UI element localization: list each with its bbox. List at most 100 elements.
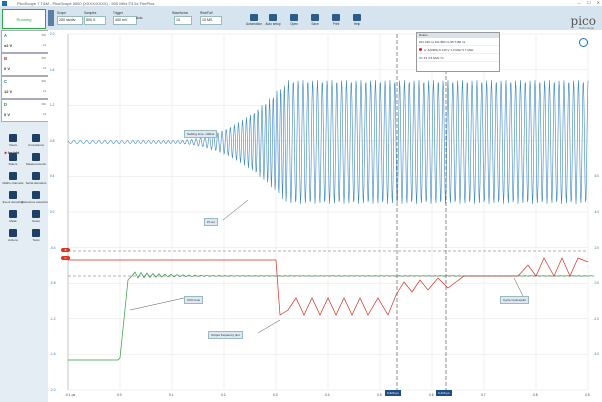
trigger-label: Trigger — [113, 11, 123, 15]
annotations-icon — [32, 134, 40, 142]
channel-d-panel[interactable]: D DC 0 V x1 — [1, 99, 49, 122]
y-tick-a: 0.8 — [50, 138, 55, 143]
channel-c-probe[interactable]: x1 — [43, 89, 46, 93]
sidebar-item-serial[interactable]: Serial decoders — [25, 172, 47, 185]
x-tick: 0.5 — [377, 393, 382, 397]
event-icon — [9, 191, 17, 199]
y-tick-a: -1.6 — [50, 352, 56, 357]
maximize-icon[interactable]: ☐ — [587, 0, 591, 5]
cursor-1-tag[interactable]: 0.329 µs — [385, 390, 401, 396]
sidebar-item-maths[interactable]: Maths channels — [2, 172, 24, 185]
sidebar-item-mask[interactable]: Mask — [2, 210, 24, 223]
save-icon — [311, 14, 319, 21]
channel-c-range[interactable]: 12 V — [4, 89, 12, 94]
waveforms-label: Waveforms — [172, 11, 188, 15]
rise-label: Rise/Fall — [200, 11, 213, 15]
rise-value[interactable]: 10 MS — [200, 16, 222, 25]
stop-icon[interactable] — [48, 10, 54, 26]
channel-a-panel[interactable]: A DC ±2 V x1 — [1, 30, 49, 53]
sigma-icon — [9, 172, 17, 180]
channel-c-panel[interactable]: C DC 12 V x1 — [1, 76, 49, 99]
channel-b-letter: B — [4, 56, 8, 61]
automation-button[interactable]: Automation — [246, 14, 262, 26]
help-icon — [353, 14, 361, 21]
save-button[interactable]: Save — [308, 14, 322, 26]
x-tick: 0.1 — [169, 393, 174, 397]
annotation-leader — [222, 199, 249, 221]
print-icon — [332, 14, 340, 21]
sidebar-item-rulers[interactable]: Rulers — [2, 153, 24, 166]
sidebar-item-reference[interactable]: Reference waveforms — [21, 191, 51, 204]
scope-label: Scope — [57, 11, 67, 15]
channel-a-probe[interactable]: x1 — [43, 43, 46, 47]
waveform-plot[interactable] — [48, 30, 602, 402]
channel-d-letter: D — [4, 102, 8, 107]
auto-setup-icon — [269, 14, 277, 21]
tools-icon — [32, 229, 40, 237]
channel-a-coupling[interactable]: DC — [42, 33, 46, 37]
samples-select[interactable]: 500 S — [84, 16, 106, 25]
help-button[interactable]: Help — [350, 14, 364, 26]
channel-b-range[interactable]: 0 V — [4, 66, 10, 71]
y-tick-a: -1.2 — [50, 316, 56, 321]
channel-c-marker[interactable]: C — [61, 256, 70, 260]
y-tick-b: 6.0 — [594, 174, 599, 179]
y-tick-a: 0.0 — [50, 210, 55, 214]
rulers-row: 321.199 ns 321.883 ns 95.7150 ns — [417, 38, 499, 46]
channel-dot — [419, 48, 422, 51]
channel-d-range[interactable]: 0 V — [4, 112, 10, 117]
pi-note[interactable]: PI out — [204, 218, 218, 226]
traces — [67, 80, 595, 361]
sidebar-item-annotations[interactable]: Annotations — [25, 134, 47, 147]
vco-note[interactable]: VCO tune — [184, 296, 204, 304]
reference-icon — [32, 191, 40, 199]
rulers-row: C1 X1 3.5 MHz Y1 — [417, 54, 499, 62]
annotation-leader — [513, 277, 524, 297]
actions-icon — [9, 229, 17, 237]
sidebar-item-notes[interactable]: Notes — [25, 210, 47, 223]
channel-c-letter: C — [4, 79, 8, 84]
toolbar: Running Scope 200 ns/div Samples 500 S T… — [0, 6, 602, 31]
trigger-mode-select[interactable]: 400 mV — [113, 16, 137, 25]
print-button[interactable]: Print — [329, 14, 343, 26]
open-button[interactable]: Open — [287, 14, 301, 26]
x-tick: 0.4 — [325, 393, 330, 397]
channel-d-probe[interactable]: x1 — [43, 112, 46, 116]
channel-d-coupling[interactable]: DC — [42, 102, 46, 106]
timebase-select[interactable]: 200 ns/div — [57, 16, 83, 25]
waveforms-count[interactable]: 10 — [174, 16, 192, 25]
x-tick: 0.8 — [533, 393, 538, 397]
y-tick-b: -4.0 — [593, 352, 600, 357]
minimize-icon[interactable]: — — [577, 0, 581, 5]
run-button[interactable]: Running — [2, 9, 46, 29]
close-icon[interactable]: ✕ — [597, 0, 600, 5]
annotation-leader — [257, 319, 281, 334]
y-tick-b: 4.0 — [594, 210, 599, 214]
cursor-2-tag[interactable]: 0.416 µs — [436, 390, 452, 396]
channel-b-coupling[interactable]: DC — [42, 56, 46, 60]
rulers-window[interactable]: Rulers 321.199 ns 321.883 ns 95.7150 ns … — [416, 32, 500, 72]
channel-b-probe[interactable]: x1 — [43, 66, 46, 70]
channel-b-marker[interactable]: B — [61, 248, 70, 252]
scope-view[interactable]: 2.0 1.6 1.2 0.8 0.4 0.0 -0.4 -0.8 -1.2 -1.6 -2.0 6… — [48, 30, 602, 402]
cycle-note[interactable]: Cycle Cycles/plot — [500, 296, 530, 304]
y-tick-a: -0.8 — [50, 281, 56, 286]
rulers-row: A: Δ(RMS) 5.120 V 1.3 MHz 5.7 MHz — [417, 46, 499, 54]
channel-c-coupling[interactable]: DC — [42, 79, 46, 83]
sidebar-item-measurements[interactable]: Measurements — [25, 153, 47, 166]
channel-b-panel[interactable]: B DC 0 V x1 — [1, 53, 49, 76]
y-tick-a: 0.4 — [50, 174, 55, 179]
zoom-icon[interactable] — [579, 38, 588, 47]
sidebar-item-views[interactable]: Views — [2, 134, 24, 147]
output-note[interactable]: Output frequency plot — [208, 331, 243, 339]
settling-note[interactable]: Settling time ~300ns — [184, 130, 218, 138]
trigger-mode[interactable]: Auto — [136, 16, 143, 20]
channel-a-range[interactable]: ±2 V — [4, 43, 12, 48]
sidebar-item-tools[interactable]: Tools — [25, 229, 47, 242]
y-tick-b: 2.0 — [594, 245, 599, 250]
y-tick-b: -2.0 — [593, 316, 600, 321]
sidebar: A DC ±2 V x1 B DC 0 V x1 C DC 12 V x1 D … — [0, 30, 51, 402]
sidebar-item-actions[interactable]: Actions — [2, 229, 24, 242]
x-tick: -0.1 µs — [65, 393, 76, 397]
auto-setup-button[interactable]: Auto setup — [265, 14, 281, 26]
